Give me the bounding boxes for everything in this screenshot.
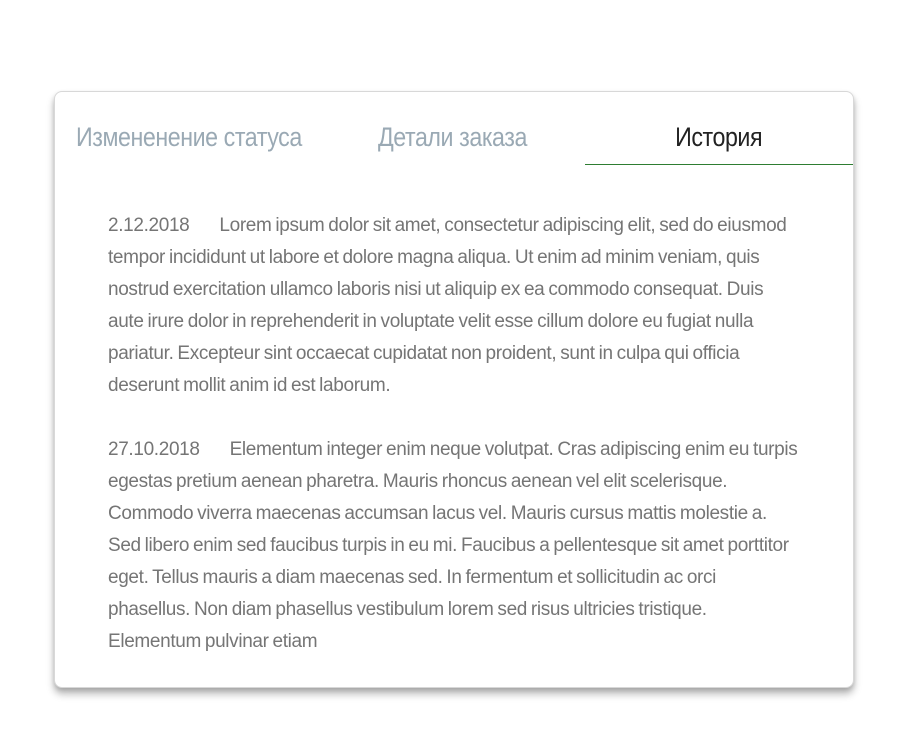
history-entry-text: Elementum integer enim neque volutpat. C… — [108, 439, 798, 652]
history-entry-date: 2.12.2018 — [108, 215, 190, 236]
history-entry: 27.10.2018 Elementum integer enim neque v… — [108, 434, 800, 658]
tab-history[interactable]: История — [585, 122, 853, 165]
history-list: 2.12.2018 Lorem ipsum dolor sit amet, con… — [108, 210, 800, 690]
tab-history-label: История — [675, 122, 763, 152]
history-entry-text: Lorem ipsum dolor sit amet, consectetur … — [108, 215, 787, 396]
history-entry: 2.12.2018 Lorem ipsum dolor sit amet, con… — [108, 210, 800, 402]
order-card: Измененение статуса Детали заказа Истори… — [54, 91, 854, 688]
tab-status-change[interactable]: Измененение статуса — [76, 122, 302, 164]
history-entry-date: 27.10.2018 — [108, 439, 200, 460]
tab-order-details[interactable]: Детали заказа — [378, 122, 527, 164]
tab-bar: Измененение статуса Детали заказа Истори… — [55, 92, 853, 165]
